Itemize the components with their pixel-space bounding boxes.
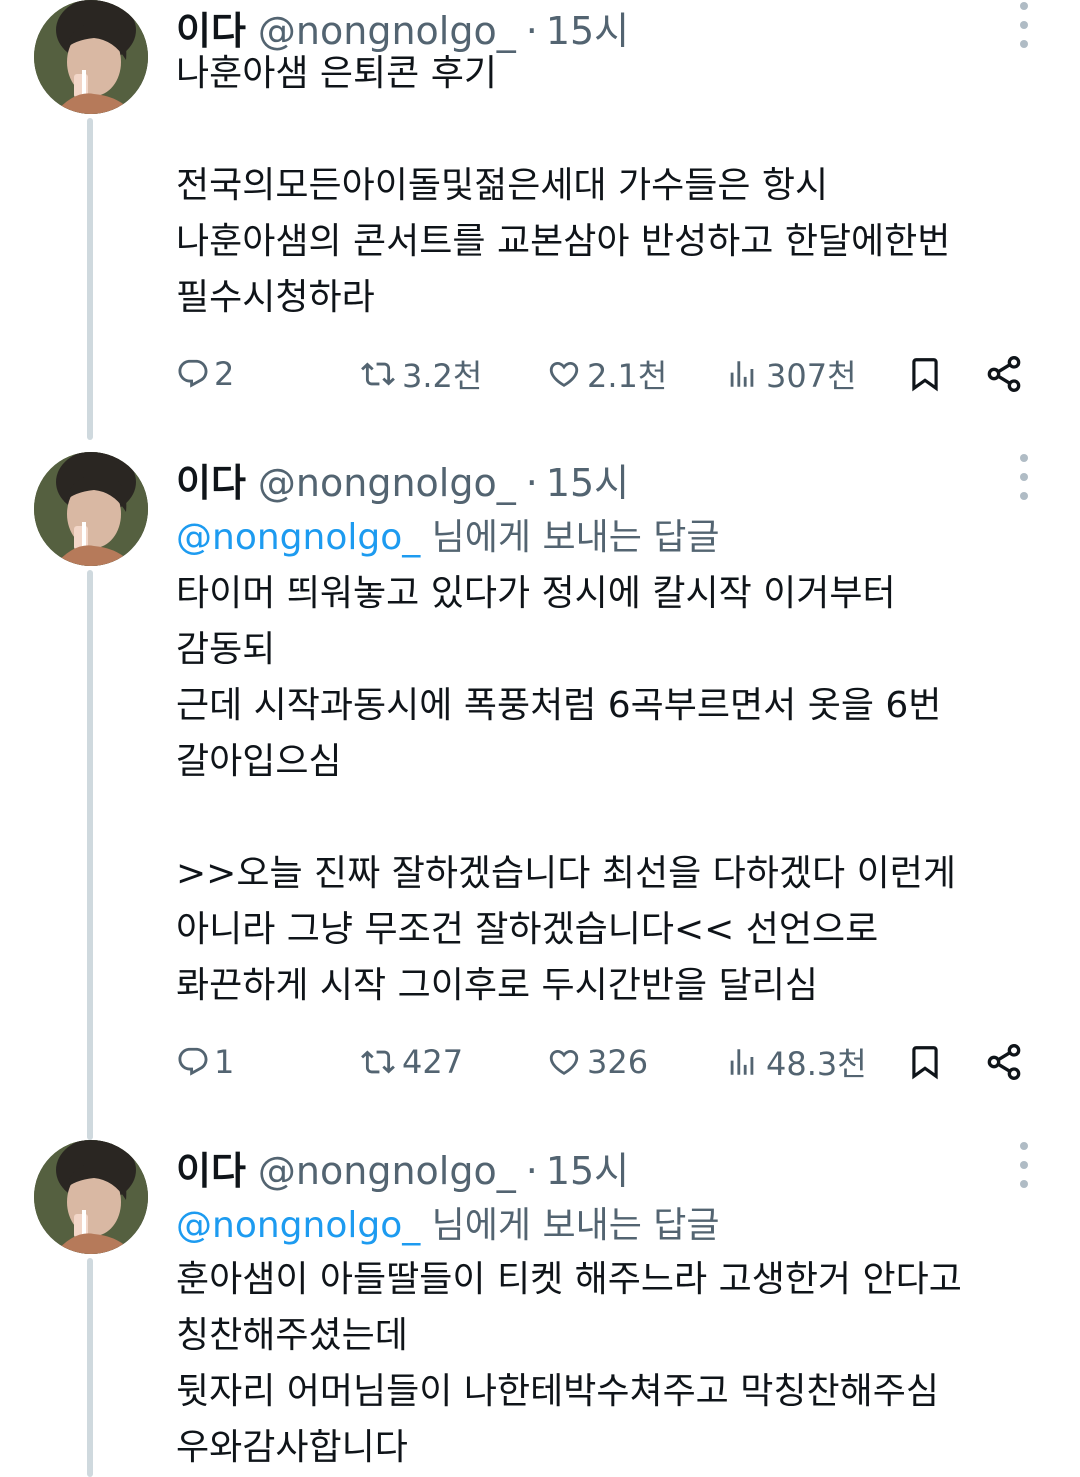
bookmark-icon — [912, 1046, 938, 1080]
tweet-line: 필수시청하라 — [176, 277, 375, 318]
avatar-photo — [34, 0, 148, 114]
avatar[interactable] — [34, 452, 148, 566]
tweet-text: 타이머 띄워놓고 있다가 정시에 칼시작 이거부터 감동되 근데 시작과동시에 … — [176, 566, 1036, 1014]
tweet-line: 나훈아샘 은퇴콘 후기 — [176, 53, 497, 94]
reply-count: 1 — [214, 1043, 235, 1081]
timestamp[interactable]: 15시 — [546, 1140, 629, 1195]
reply-button[interactable]: 2 — [176, 352, 234, 396]
tweet-1[interactable]: 이다 @nongnolgo_ · 15시 나훈아샘 은퇴콘 후기 전국의모든아이… — [0, 0, 1080, 440]
retweet-button[interactable]: 427 — [358, 1040, 463, 1084]
views-button[interactable]: 48.3천 — [722, 1040, 867, 1084]
tweet-text: 나훈아샘 은퇴콘 후기 전국의모든아이돌및젊은세대 가수들은 항시 나훈아샘의 … — [176, 46, 1036, 326]
tweet-header: 이다 @nongnolgo_ · 15시 — [176, 452, 629, 505]
share-icon — [987, 1044, 1021, 1081]
share-icon — [987, 356, 1021, 393]
tweet-line: 갈아입으심 — [176, 741, 342, 782]
retweet-count: 427 — [402, 1043, 464, 1081]
reply-mention-link[interactable]: @nongnolgo_ — [176, 1205, 420, 1246]
retweet-button[interactable]: 3.2천 — [358, 352, 482, 396]
reply-icon — [178, 1047, 208, 1076]
tweet-line: 롸끈하게 시작 그이후로 두시간반을 달리심 — [176, 965, 818, 1006]
separator-dot: · — [525, 1149, 538, 1193]
more-vertical-icon[interactable] — [1012, 1142, 1036, 1188]
views-count: 48.3천 — [766, 1045, 867, 1083]
display-name[interactable]: 이다 — [176, 1140, 246, 1195]
reply-count: 2 — [214, 355, 235, 393]
views-icon — [730, 361, 754, 387]
replying-to: @nongnolgo_ 님에게 보내는 답글 — [176, 1196, 720, 1248]
reply-button[interactable]: 1 — [176, 1040, 234, 1084]
tweet-3[interactable]: 이다 @nongnolgo_ · 15시 @nongnolgo_ 님에게 보내는… — [0, 1140, 1080, 1477]
tweet-header: 이다 @nongnolgo_ · 15시 — [176, 1140, 629, 1193]
reply-mention-link[interactable]: @nongnolgo_ — [176, 517, 420, 558]
tweet-line: 아니라 그냥 무조건 잘하겠습니다<< 선언으로 — [176, 909, 879, 950]
tweet-2[interactable]: 이다 @nongnolgo_ · 15시 @nongnolgo_ 님에게 보내는… — [0, 452, 1080, 1140]
tweet-line: 훈아샘이 아들딸들이 티켓 해주느라 고생한거 안다고 — [176, 1259, 962, 1300]
replying-suffix: 님에게 보내는 답글 — [420, 1205, 720, 1246]
replying-suffix: 님에게 보내는 답글 — [420, 517, 720, 558]
like-count: 2.1천 — [587, 357, 668, 395]
tweet-header: 이다 @nongnolgo_ · 15시 — [176, 0, 629, 53]
retweet-icon — [361, 362, 395, 386]
like-count: 326 — [587, 1043, 649, 1081]
thread-line — [87, 1258, 93, 1477]
views-count: 307천 — [766, 357, 857, 395]
tweet-line: 감동되 — [176, 629, 276, 670]
views-button[interactable]: 307천 — [722, 352, 857, 396]
like-button[interactable]: 326 — [545, 1040, 648, 1084]
share-button[interactable] — [984, 1040, 1024, 1084]
user-handle[interactable]: @nongnolgo_ — [258, 1149, 516, 1193]
tweet-line: 근데 시작과동시에 폭풍처럼 6곡부르면서 옷을 6번 — [176, 685, 942, 726]
tweet-text: 훈아샘이 아들딸들이 티켓 해주느라 고생한거 안다고 칭찬해주셨는데 뒷자리 … — [176, 1252, 1036, 1476]
more-vertical-icon[interactable] — [1012, 2, 1036, 48]
timestamp[interactable]: 15시 — [546, 452, 629, 507]
tweet-line: >>오늘 진짜 잘하겠습니다 최선을 다하겠다 이런게 — [176, 853, 956, 894]
heart-icon — [549, 361, 579, 387]
tweet-line: 칭찬해주셨는데 — [176, 1315, 408, 1356]
retweet-icon — [361, 1050, 395, 1074]
separator-dot: · — [525, 461, 538, 505]
more-vertical-icon[interactable] — [1012, 454, 1036, 500]
tweet-actions: 2 3.2천 2.1천 307천 — [0, 352, 1080, 396]
reply-icon — [178, 359, 208, 388]
bookmark-button[interactable] — [906, 352, 944, 396]
display-name[interactable]: 이다 — [176, 452, 246, 507]
tweet-line: 나훈아샘의 콘서트를 교본삼아 반성하고 한달에한번 — [176, 221, 951, 262]
tweet-line: 타이머 띄워놓고 있다가 정시에 칼시작 이거부터 — [176, 573, 896, 614]
bookmark-icon — [912, 358, 938, 392]
like-button[interactable]: 2.1천 — [545, 352, 667, 396]
avatar-photo — [34, 452, 148, 566]
heart-icon — [549, 1049, 579, 1075]
avatar-photo — [34, 1140, 148, 1254]
avatar[interactable] — [34, 0, 148, 114]
views-icon — [730, 1049, 754, 1075]
bookmark-button[interactable] — [906, 1040, 944, 1084]
tweet-line: 뒷자리 어머님들이 나한테박수쳐주고 막칭찬해주심 — [176, 1371, 939, 1412]
share-button[interactable] — [984, 352, 1024, 396]
user-handle[interactable]: @nongnolgo_ — [258, 461, 516, 505]
tweet-actions: 1 427 326 48.3천 — [0, 1040, 1080, 1084]
tweet-line: 전국의모든아이돌및젊은세대 가수들은 항시 — [176, 165, 829, 206]
tweet-line: 우와감사합니다 — [176, 1427, 408, 1468]
retweet-count: 3.2천 — [402, 357, 483, 395]
avatar[interactable] — [34, 1140, 148, 1254]
replying-to: @nongnolgo_ 님에게 보내는 답글 — [176, 508, 720, 560]
